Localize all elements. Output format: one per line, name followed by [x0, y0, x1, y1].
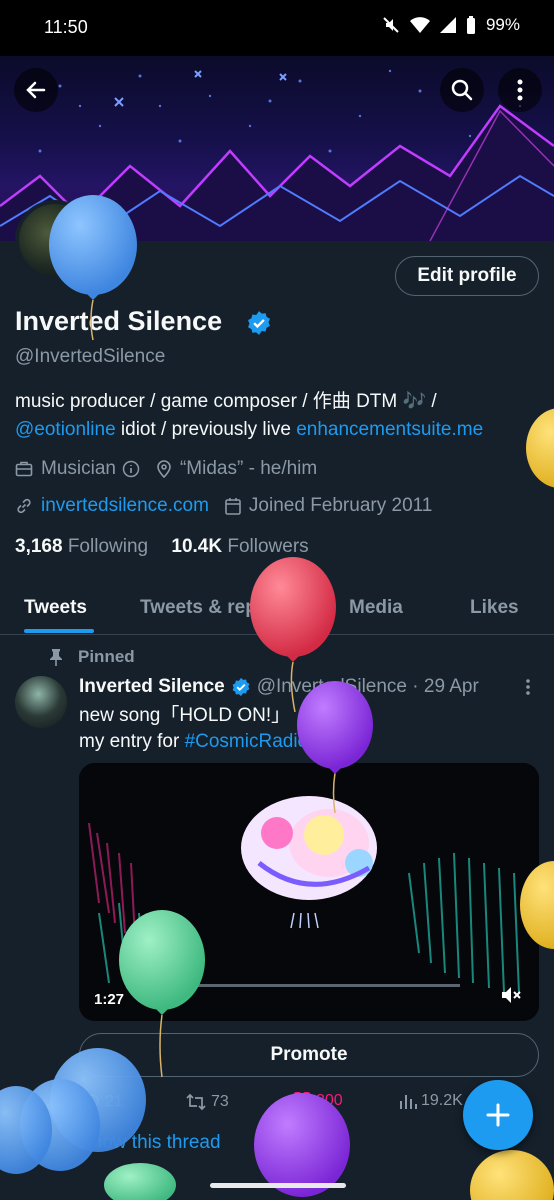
- profile-meta-row-2: invertedsilence.com Joined February 2011: [15, 495, 432, 517]
- bio-website-link[interactable]: enhancementsuite.me: [296, 419, 483, 440]
- followers-link[interactable]: 10.4K Followers: [171, 536, 308, 557]
- status-icons: 99%: [382, 15, 520, 35]
- gesture-nav-bar[interactable]: [210, 1183, 346, 1188]
- profile-joined: Joined February 2011: [248, 495, 433, 516]
- views-chart-icon: [400, 1095, 417, 1109]
- status-bar: 11:50 99%: [0, 0, 554, 56]
- profile-bio: music producer / game composer / 作曲 DTM …: [15, 388, 554, 444]
- like-action[interactable]: 300: [292, 1092, 343, 1110]
- following-label: Following: [67, 536, 149, 557]
- tweet-line-1: new song「HOLD ON!」: [79, 705, 291, 726]
- like-count: 300: [316, 1092, 343, 1109]
- views-count: 19.2K: [421, 1092, 463, 1109]
- info-icon[interactable]: [122, 460, 140, 478]
- battery-percent: 99%: [485, 15, 520, 34]
- back-arrow-icon: [26, 81, 46, 99]
- bio-text: idiot / previously live: [115, 419, 297, 440]
- back-button[interactable]: [14, 68, 58, 112]
- profile-website-link[interactable]: invertedsilence.com: [41, 495, 209, 517]
- profile-location: “Midas” - he/him: [179, 458, 318, 479]
- show-thread-link[interactable]: Show this thread: [79, 1132, 221, 1154]
- bio-mention-link[interactable]: @eotionline: [15, 419, 116, 440]
- follow-stats: 3,168 Following 10.4K Followers: [15, 536, 309, 558]
- status-time: 11:50: [44, 17, 88, 37]
- wifi-icon: [409, 17, 430, 33]
- active-tab-indicator: [24, 629, 94, 633]
- tab-tweets-replies[interactable]: Tweets & replies: [140, 597, 289, 619]
- video-thumbnail: [79, 763, 539, 1021]
- more-vertical-icon: [517, 79, 523, 101]
- verified-badge-icon: [232, 677, 250, 697]
- edit-profile-button[interactable]: Edit profile: [395, 256, 539, 296]
- mute-icon: [383, 17, 399, 33]
- following-link[interactable]: 3,168 Following: [15, 536, 148, 557]
- battery-icon: [466, 16, 475, 34]
- profile-meta-row-1: Musician “Midas” - he/him: [15, 458, 317, 480]
- pin-icon: [50, 649, 62, 666]
- hashtag-link[interactable]: #CosmicRadio2024: [185, 731, 351, 752]
- bio-line-1: music producer / game composer / 作曲 DTM …: [15, 391, 437, 412]
- retweet-count: 73: [211, 1093, 229, 1110]
- tab-tweets[interactable]: Tweets: [24, 597, 87, 619]
- tab-media[interactable]: Media: [349, 597, 403, 619]
- verified-badge-icon: [248, 311, 270, 335]
- profile-avatar[interactable]: [15, 200, 95, 280]
- followers-label: Followers: [227, 536, 309, 557]
- video-time: 1:27: [94, 991, 125, 1008]
- calendar-icon: [225, 498, 241, 515]
- tweet-handle-date: @InvertedSilence · 29 Apr: [256, 676, 479, 697]
- pinned-label: Pinned: [48, 647, 135, 667]
- tweet-line-2-text: my entry for: [79, 731, 185, 752]
- signal-icon: [439, 17, 456, 33]
- followers-count: 10.4K: [171, 536, 223, 557]
- tab-likes[interactable]: Likes: [470, 597, 519, 619]
- compose-tweet-button[interactable]: [463, 1080, 533, 1150]
- search-button[interactable]: [440, 68, 484, 112]
- views-action[interactable]: 19.2K: [399, 1092, 463, 1110]
- tweet-author-avatar[interactable]: [15, 676, 67, 728]
- bio-line-2: @eotionline idiot / previously live enha…: [15, 416, 554, 444]
- reply-action[interactable]: 21: [81, 1092, 123, 1112]
- more-options-button[interactable]: [498, 68, 542, 112]
- volume-muted-icon[interactable]: [500, 985, 522, 1005]
- profile-handle: @InvertedSilence: [15, 346, 166, 367]
- tweet-line-2: my entry for #CosmicRadio2024: [79, 729, 350, 755]
- reply-icon: [82, 1094, 99, 1111]
- retweet-icon: [186, 1093, 206, 1111]
- promote-button[interactable]: Promote: [79, 1033, 539, 1077]
- tweet-author-name[interactable]: Inverted Silence: [79, 676, 225, 698]
- video-progress-bar[interactable]: [130, 984, 460, 987]
- link-icon: [17, 498, 31, 514]
- tweet-video[interactable]: [79, 763, 539, 1021]
- search-icon: [451, 79, 473, 101]
- heart-filled-icon: [292, 1092, 312, 1109]
- pinned-text: Pinned: [78, 647, 135, 666]
- profile-tabs: Tweets Tweets & replies Media Likes: [0, 585, 554, 635]
- location-pin-icon: [157, 460, 171, 478]
- tweet-more-icon[interactable]: [520, 678, 536, 696]
- tweet-header: Inverted Silence @InvertedSilence · 29 A…: [79, 676, 479, 698]
- retweet-action[interactable]: 73: [185, 1092, 229, 1112]
- display-name: Inverted Silence: [15, 306, 223, 336]
- briefcase-icon: [15, 461, 33, 477]
- profile-category: Musician: [41, 458, 116, 479]
- following-count: 3,168: [15, 536, 63, 557]
- tweet-text: new song「HOLD ON!」 my entry for #CosmicR…: [79, 703, 350, 755]
- plus-icon: [486, 1103, 510, 1127]
- reply-count: 21: [105, 1093, 123, 1110]
